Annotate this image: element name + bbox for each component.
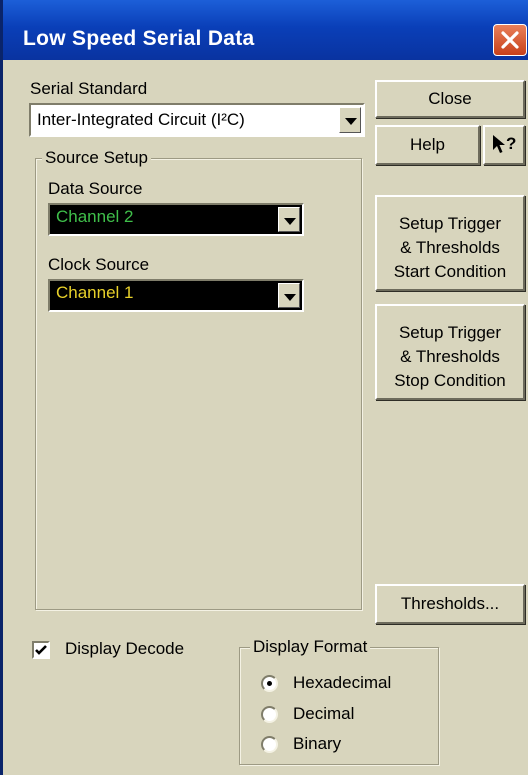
window-title: Low Speed Serial Data xyxy=(23,27,255,50)
setup-start-line-1: Setup Trigger xyxy=(398,213,502,233)
context-help-icon: ? xyxy=(493,134,516,153)
option-decimal-label[interactable]: Decimal xyxy=(293,704,354,724)
display-format-legend: Display Format xyxy=(250,637,371,657)
serial-standard-select[interactable]: Inter-Integrated Circuit (I²C) xyxy=(29,103,365,137)
window-close-button[interactable] xyxy=(493,24,527,56)
chevron-down-icon[interactable] xyxy=(278,283,300,308)
data-source-select[interactable]: Channel 2 xyxy=(48,203,304,236)
close-button[interactable]: Close xyxy=(375,80,525,118)
setup-start-line-3: Start Condition xyxy=(393,261,507,281)
svg-text:?: ? xyxy=(506,134,516,153)
serial-standard-value: Inter-Integrated Circuit (I²C) xyxy=(37,110,245,129)
setup-trigger-stop-button[interactable]: Setup Trigger & Thresholds Stop Conditio… xyxy=(375,304,525,400)
display-decode-label[interactable]: Display Decode xyxy=(65,639,184,659)
data-source-label: Data Source xyxy=(48,179,143,198)
clock-source-value: Channel 1 xyxy=(56,283,134,302)
option-hexadecimal-label[interactable]: Hexadecimal xyxy=(293,673,391,693)
setup-stop-line-3: Stop Condition xyxy=(394,370,506,390)
setup-trigger-start-button[interactable]: Setup Trigger & Thresholds Start Conditi… xyxy=(375,195,525,291)
chevron-down-icon[interactable] xyxy=(278,207,300,232)
serial-standard-label: Serial Standard xyxy=(30,79,148,98)
low-speed-serial-data-dialog: Low Speed Serial Data Serial Standard In… xyxy=(0,0,528,775)
chevron-down-icon[interactable] xyxy=(339,107,361,133)
thresholds-button[interactable]: Thresholds... xyxy=(375,584,525,624)
option-binary-label[interactable]: Binary xyxy=(293,734,341,754)
setup-stop-line-2: & Thresholds xyxy=(400,346,500,366)
close-x-icon xyxy=(501,31,519,49)
checkmark-icon xyxy=(35,645,47,655)
clock-source-select[interactable]: Channel 1 xyxy=(48,279,304,312)
help-button[interactable]: Help xyxy=(375,125,480,165)
radio-selected-dot xyxy=(267,681,272,686)
radio-decimal[interactable] xyxy=(261,706,278,723)
radio-binary[interactable] xyxy=(261,736,278,753)
data-source-value: Channel 2 xyxy=(56,207,134,226)
title-bar[interactable]: Low Speed Serial Data xyxy=(3,0,528,60)
radio-hexadecimal[interactable] xyxy=(261,675,278,692)
display-decode-checkbox[interactable] xyxy=(32,641,50,659)
context-help-button[interactable]: ? xyxy=(483,125,525,165)
setup-start-line-2: & Thresholds xyxy=(400,237,500,257)
source-setup-legend: Source Setup xyxy=(42,148,152,168)
setup-stop-line-1: Setup Trigger xyxy=(398,322,502,342)
clock-source-label: Clock Source xyxy=(48,255,150,274)
